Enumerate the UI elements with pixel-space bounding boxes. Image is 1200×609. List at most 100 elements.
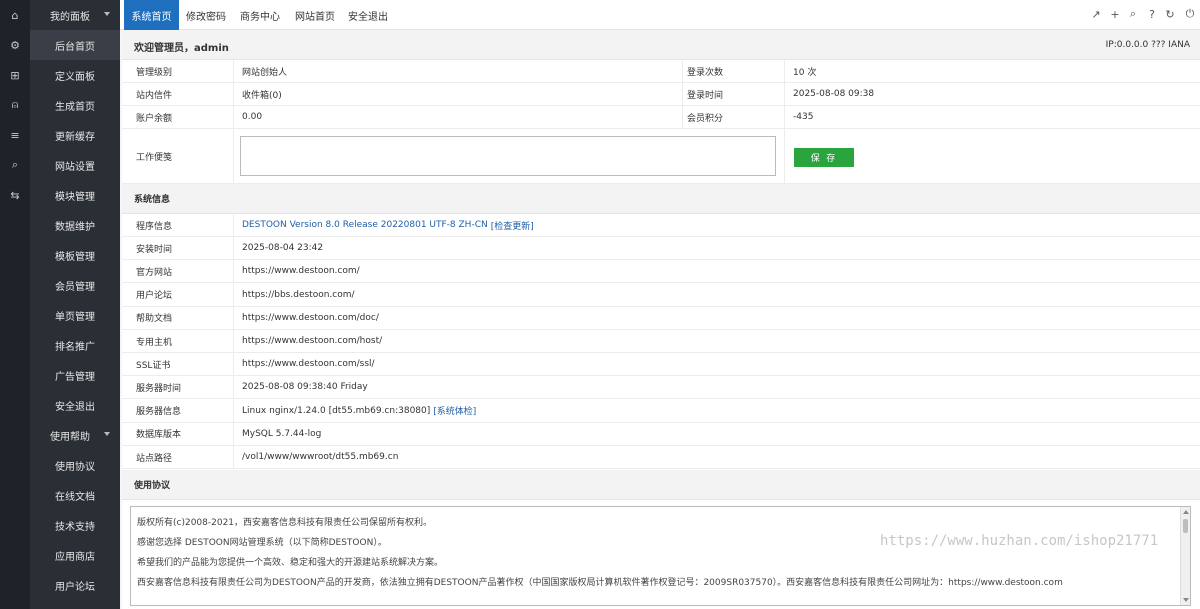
search-icon[interactable]: ⌕ (0, 150, 30, 180)
sidebar-group-help[interactable]: 使用帮助 (30, 420, 120, 450)
field-label: 账户余额 (122, 106, 234, 128)
field-value: https://www.destoon.com/ (234, 260, 1200, 282)
home-icon[interactable]: ⌂ (0, 0, 30, 30)
action-link[interactable]: [系统体检] (433, 404, 476, 417)
help-icon[interactable]: ? (1146, 8, 1158, 21)
sidebar-item-label: 数据维护 (55, 221, 95, 233)
tab-4[interactable]: 安全退出 (343, 0, 393, 30)
sidebar-item-label: 生成首页 (55, 101, 95, 113)
sidebar-item[interactable]: 后台首页 (30, 30, 120, 60)
sidebar-item-label: 用户论坛 (55, 581, 95, 593)
field-label: 站内信件 (122, 83, 234, 105)
sidebar: 我的面板 后台首页定义面板生成首页更新缓存网站设置模块管理数据维护模板管理会员管理… (30, 0, 120, 609)
field-value: /vol1/www/wwwroot/dt55.mb69.cn (234, 446, 1200, 468)
plus-icon[interactable]: + (1109, 8, 1121, 21)
welcome-bar: 欢迎管理员，admin IP:0.0.0.0 ??? IANA (122, 30, 1200, 60)
sidebar-item[interactable]: 单页管理 (30, 300, 120, 330)
agreement-line: 希望我们的产品能为您提供一个高效、稳定和强大的开源建站系统解决方案。 (137, 558, 444, 568)
user-icon[interactable]: ⍝ (0, 90, 30, 120)
scrollbar[interactable] (1180, 507, 1190, 605)
sidebar-item[interactable]: 技术支持 (30, 510, 120, 540)
icon-rail: ⌂ ⚙ ⊞ ⍝ ≡ ⌕ ⇆ (0, 0, 30, 609)
grid-icon[interactable]: ⊞ (0, 60, 30, 90)
sidebar-item[interactable]: 应用商店 (30, 540, 120, 570)
agreement-line: 版权所有(c)2008-2021，西安嘉客信息科技有限责任公司保留所有权利。 (137, 518, 433, 528)
sysinfo-row: 帮助文档 https://www.destoon.com/doc/ (122, 306, 1200, 330)
sidebar-item-label: 模板管理 (55, 251, 95, 263)
field-label: 用户论坛 (122, 283, 234, 306)
scroll-down-arrow-icon[interactable] (1183, 598, 1189, 602)
search-icon[interactable]: ⌕ (1127, 7, 1139, 20)
sysinfo-row: 数据库版本 MySQL 5.7.44-log (122, 422, 1200, 446)
sidebar-item[interactable]: 广告管理 (30, 360, 120, 390)
sidebar-item[interactable]: 会员管理 (30, 270, 120, 300)
sidebar-item[interactable]: 定义面板 (30, 60, 120, 90)
sidebar-item[interactable]: 在线文档 (30, 480, 120, 510)
field-value: 0.00 (234, 106, 683, 128)
field-value: 10 次 (793, 67, 817, 78)
sidebar-item[interactable]: 使用协议 (30, 450, 120, 480)
field-value-text: https://www.destoon.com/host/ (242, 336, 383, 346)
tab-1[interactable]: 修改密码 (180, 0, 232, 30)
main-content: 欢迎管理员，admin IP:0.0.0.0 ??? IANA 管理级别 网站创… (122, 30, 1200, 609)
sysinfo-row: SSL证书 https://www.destoon.com/ssl/ (122, 353, 1200, 377)
sidebar-item[interactable]: 数据维护 (30, 210, 120, 240)
field-value: 2025-08-08 09:38:40 Friday (234, 376, 1200, 398)
external-link-icon[interactable]: ↗ (1090, 8, 1102, 21)
save-button[interactable]: 保 存 (794, 148, 854, 167)
sysinfo-row: 专用主机 https://www.destoon.com/host/ (122, 330, 1200, 353)
sidebar-item-label: 应用商店 (55, 551, 95, 563)
sidebar-item-label: 广告管理 (55, 371, 95, 383)
field-label: 登录时间 (683, 83, 785, 105)
field-label: 工作便笺 (122, 129, 234, 183)
field-value: https://www.destoon.com/ssl/ (234, 353, 1200, 375)
sidebar-item-label: 会员管理 (55, 281, 95, 293)
power-icon[interactable]: ⏻ (1184, 7, 1196, 20)
sidebar-item-label: 在线文档 (55, 491, 95, 503)
sysinfo-row: 服务器信息 Linux nginx/1.24.0 [dt55.mb69.cn:38… (122, 399, 1200, 423)
field-value: https://www.destoon.com/host/ (234, 330, 1200, 352)
sidebar-item-label: 模块管理 (55, 191, 95, 203)
refresh-icon[interactable]: ↻ (1164, 8, 1176, 21)
field-label: 站点路径 (122, 446, 234, 468)
tab-2[interactable]: 商务中心 (233, 0, 287, 30)
sidebar-item[interactable]: 用户论坛 (30, 570, 120, 600)
sysinfo-row: 程序信息 DESTOON Version 8.0 Release 20220801… (122, 214, 1200, 237)
settings-icon[interactable]: ⚙ (0, 30, 30, 60)
sidebar-item[interactable]: 排名推广 (30, 330, 120, 360)
ip-info: IP:0.0.0.0 ??? IANA (1105, 40, 1190, 50)
sidebar-item-label: 网站设置 (55, 161, 95, 173)
top-nav: 系统首页 修改密码 商务中心 网站首页 安全退出 ↗ + ⌕? ↻ ⏻ (120, 0, 1200, 30)
sidebar-item[interactable]: 网站设置 (30, 150, 120, 180)
tab-0[interactable]: 系统首页 (124, 0, 179, 30)
scroll-thumb[interactable] (1183, 519, 1188, 533)
sidebar-item[interactable]: 生成首页 (30, 90, 120, 120)
field-value: MySQL 5.7.44-log (234, 423, 1200, 445)
sidebar-group-panel[interactable]: 我的面板 (30, 0, 120, 30)
sysinfo-row: 安装时间 2025-08-04 23:42 (122, 237, 1200, 261)
account-row: 账户余额 0.00 会员积分 -435 (122, 106, 1200, 129)
tab-3[interactable]: 网站首页 (288, 0, 342, 30)
sidebar-item[interactable]: 模块管理 (30, 180, 120, 210)
agreement-box[interactable]: 版权所有(c)2008-2021，西安嘉客信息科技有限责任公司保留所有权利。 感谢… (130, 506, 1191, 606)
action-link[interactable]: [检查更新] (491, 219, 534, 232)
inbox-link[interactable]: 收件箱(0) (234, 83, 683, 105)
field-label: 服务器信息 (122, 399, 234, 422)
list-icon[interactable]: ≡ (0, 120, 30, 150)
sidebar-item-label: 定义面板 (55, 71, 95, 83)
field-label: 会员积分 (683, 106, 785, 128)
field-label: SSL证书 (122, 353, 234, 376)
field-label: 数据库版本 (122, 422, 234, 445)
scroll-up-arrow-icon[interactable] (1183, 510, 1189, 514)
sidebar-item[interactable]: 安全退出 (30, 390, 120, 420)
work-note-textarea[interactable] (240, 136, 776, 176)
field-label: 服务器时间 (122, 376, 234, 399)
sysinfo-row: 官方网站 https://www.destoon.com/ (122, 260, 1200, 284)
field-value-text: /vol1/www/wwwroot/dt55.mb69.cn (242, 452, 399, 462)
sidebar-item-label: 使用帮助 (50, 431, 90, 443)
sidebar-item[interactable]: 更新缓存 (30, 120, 120, 150)
field-label: 官方网站 (122, 260, 234, 283)
sidebar-item[interactable]: 模板管理 (30, 240, 120, 270)
exchange-icon[interactable]: ⇆ (0, 180, 30, 210)
sidebar-item-label: 安全退出 (55, 401, 95, 413)
